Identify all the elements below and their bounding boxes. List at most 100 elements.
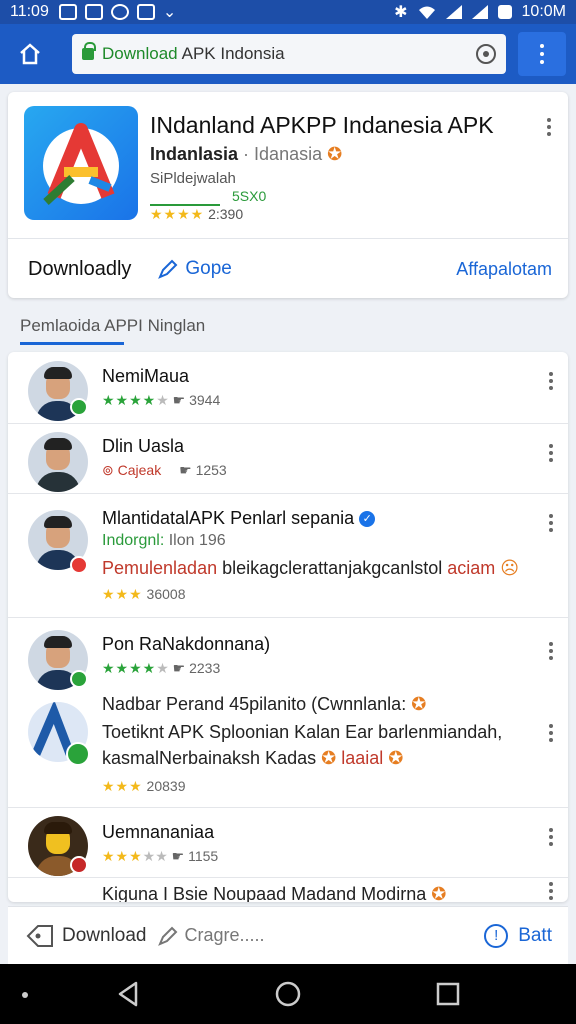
app-subtitle-rest: · Idanasia xyxy=(243,144,323,164)
avatar xyxy=(28,432,88,492)
item-more-icon[interactable] xyxy=(548,444,554,462)
rating-count: 3944 xyxy=(189,392,221,408)
section-title: Pemlaoida APPI Ninglan xyxy=(20,316,206,335)
list-item[interactable]: Uemnananiaa ★★★★★ ☛ 1155 xyxy=(8,808,568,878)
review-line-3: kasmalNerbainaksh Kadas ✪ laaial ✪ xyxy=(102,748,403,769)
emoji-icon: ✪ xyxy=(411,694,427,714)
status-time: 11:09 xyxy=(10,3,49,20)
reviewer-name-text: MlantidatalAPK Penlarl sepania xyxy=(102,508,355,528)
list-item[interactable]: Dlin Uasla ⊚ Cajeak ☛ 1253 xyxy=(8,424,568,494)
app-size: 5SX0 xyxy=(232,188,267,204)
rating-stars: ★★★★ xyxy=(150,206,205,222)
review-line: Nadbar Perand 45pilanito (Cwnnlanla: ✪ xyxy=(102,694,426,715)
app-more-icon[interactable] xyxy=(546,118,552,136)
tag-green: Indorgnl: xyxy=(102,532,165,549)
section-underline xyxy=(20,342,124,345)
bluetooth-icon: ✱ xyxy=(394,4,408,21)
rating-count: 2:390 xyxy=(208,206,244,222)
list-item[interactable]: MlantidatalAPK Penlarl sepania ✓ Indorgn… xyxy=(8,494,568,618)
emoji-icon: ✪ xyxy=(388,748,404,768)
review-highlight: Pemulenladan xyxy=(102,558,218,578)
reader-mode-icon[interactable] xyxy=(476,44,496,64)
review-text: Pemulenladan bleikagclerattanjakgcanlsto… xyxy=(102,558,519,579)
app-title: INdanland APKPP Indanesia APK xyxy=(150,112,494,138)
rating-stars-off: ★ xyxy=(156,392,169,408)
crown-icon: ✪ xyxy=(327,144,343,164)
bottom-action-bar: Download Cragre..... ! Batt xyxy=(8,906,568,964)
emoji-icon: ☹ xyxy=(500,558,520,578)
review-line: Kiguna I Bsie Noupaad Madand Modirna ✪ xyxy=(102,884,446,902)
create-button[interactable]: Cragre..... xyxy=(157,925,265,947)
app-actions: Downloadly Gope Affapalotam xyxy=(8,240,568,298)
category-label: Cajeak xyxy=(117,462,162,478)
verified-badge xyxy=(66,742,90,766)
rating-count: 2233 xyxy=(189,660,221,676)
app-card: INdanland APKPP Indanesia APK Indanlasia… xyxy=(8,92,568,298)
system-nav-bar xyxy=(0,964,576,1024)
lock-icon xyxy=(82,42,96,60)
mail-notification-icon xyxy=(84,4,103,20)
list-item[interactable]: Kiguna I Bsie Noupaad Madand Modirna ✪ xyxy=(8,878,568,902)
signal-icon xyxy=(445,5,462,19)
reviewer-tag: Indorgnl: Ilon 196 xyxy=(102,532,226,550)
emoji-icon: ✪ xyxy=(431,884,447,902)
like-icon: ☛ xyxy=(171,848,185,864)
batt-button[interactable]: ! Batt xyxy=(484,923,552,948)
url-text: APK Indonsia xyxy=(181,44,285,63)
rating-count: 36008 xyxy=(146,586,186,602)
app-subtitle: Indanlasia · Idanasia ✪ xyxy=(150,144,342,165)
status-badge xyxy=(70,556,88,574)
browser-menu-button[interactable] xyxy=(518,32,566,76)
rating-count: 1155 xyxy=(188,848,219,864)
review-line-1: Kiguna I Bsie Noupaad Madand Modirna xyxy=(102,884,427,902)
rating-stars: ★★★★ xyxy=(102,392,157,408)
item-more-icon[interactable] xyxy=(548,514,554,532)
review-body: kasmalNerbainaksh Kadas xyxy=(102,748,317,768)
app-logo-icon xyxy=(43,123,119,205)
gope-button[interactable]: Gope xyxy=(157,258,232,280)
signal-2-icon xyxy=(471,5,488,19)
battery-icon xyxy=(497,5,512,19)
rating-stars: ★★★★ xyxy=(102,660,157,676)
app-logo xyxy=(24,106,138,220)
rating-stars-off: ★ xyxy=(156,660,169,676)
home-button[interactable] xyxy=(10,34,50,74)
item-more-icon[interactable] xyxy=(548,882,554,900)
camera-notification-icon xyxy=(110,4,129,20)
like-icon: ☛ xyxy=(179,462,192,478)
reviewer-name: NemiMaua xyxy=(102,366,190,386)
reviewer-name: Pon RaNakdonnana) xyxy=(102,634,271,654)
bottom-download-button[interactable]: Download xyxy=(26,923,147,949)
item-more-icon[interactable] xyxy=(548,828,554,846)
home-icon xyxy=(20,43,40,65)
emoji-icon: ✪ xyxy=(321,748,337,768)
app-developer[interactable]: SiPldejwalah xyxy=(150,170,236,187)
back-icon[interactable] xyxy=(114,980,142,1008)
nav-dot-icon xyxy=(22,992,28,998)
home-nav-icon[interactable] xyxy=(274,980,302,1008)
reviewer-rating: ★★★★★ ☛ 2233 xyxy=(102,660,220,677)
review-highlight: laaial xyxy=(341,748,384,768)
affapalotam-link[interactable]: Affapalotam xyxy=(456,259,552,280)
tag-grey: Ilon 196 xyxy=(168,532,226,549)
rating-count: 20839 xyxy=(146,778,186,794)
address-bar[interactable]: Download APK Indonsia xyxy=(72,34,506,74)
create-label: Cragre..... xyxy=(184,925,265,945)
reviewer-name: Dlin Uasla xyxy=(102,436,185,456)
reviewer-meta: ⊚ Cajeak ☛ 1253 xyxy=(102,462,227,479)
item-more-icon[interactable] xyxy=(548,724,554,742)
tag-icon xyxy=(26,924,53,947)
reviewer-rating: ★★★★★ ☛ 1155 xyxy=(102,848,218,865)
item-more-icon[interactable] xyxy=(548,642,554,660)
bottom-download-label: Download xyxy=(62,924,147,946)
pencil-icon xyxy=(158,259,178,279)
list-item[interactable]: Pon RaNakdonnana) ★★★★★ ☛ 2233 Nadbar Pe… xyxy=(8,618,568,808)
verified-icon: ✓ xyxy=(359,511,376,528)
item-more-icon[interactable] xyxy=(548,372,554,390)
list-item[interactable]: NemiMaua ★★★★★ ☛ 3944 xyxy=(8,352,568,424)
online-badge xyxy=(70,398,88,416)
review-line-1: Nadbar Perand 45pilanito (Cwnnlanla: xyxy=(102,694,407,714)
online-badge xyxy=(70,670,88,688)
download-button[interactable]: Downloadly xyxy=(28,258,131,281)
recents-icon[interactable] xyxy=(434,980,462,1008)
